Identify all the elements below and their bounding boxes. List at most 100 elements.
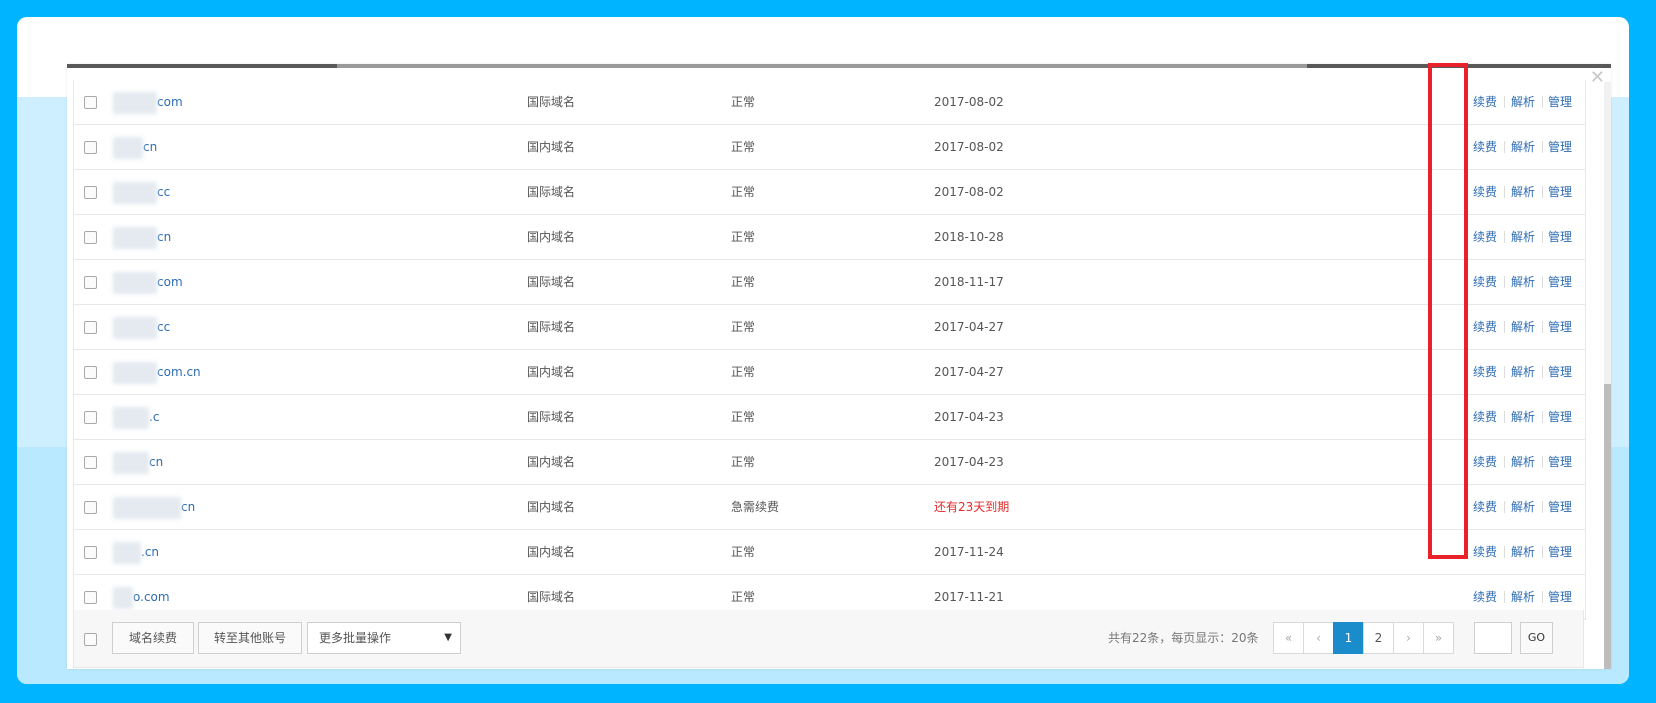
redacted-domain bbox=[113, 181, 157, 204]
pagination-button[interactable]: « bbox=[1273, 622, 1304, 654]
domain-name[interactable]: cn bbox=[113, 215, 171, 259]
divider bbox=[1542, 366, 1543, 378]
table-row: cc 国际域名 正常 2017-08-02 续费 解析 管理 bbox=[74, 170, 1585, 215]
row-checkbox[interactable] bbox=[84, 546, 97, 559]
scrollbar-thumb[interactable] bbox=[1604, 384, 1611, 669]
domain-suffix: cn bbox=[149, 455, 164, 469]
domain-name[interactable]: com bbox=[113, 80, 183, 124]
divider bbox=[1542, 456, 1543, 468]
domain-type: 国际域名 bbox=[527, 275, 576, 289]
batch-operations-select[interactable]: 更多批量操作 ▼ bbox=[307, 622, 461, 654]
domain-name[interactable]: cc bbox=[113, 170, 170, 214]
domain-name[interactable]: cn bbox=[113, 440, 163, 484]
domain-name[interactable]: .cn bbox=[113, 530, 159, 574]
domain-name[interactable]: .c bbox=[113, 395, 159, 439]
select-all-checkbox[interactable] bbox=[84, 633, 97, 646]
batch-operations-label: 更多批量操作 bbox=[319, 631, 392, 645]
row-checkbox[interactable] bbox=[84, 231, 97, 244]
pagination-button[interactable]: 2 bbox=[1363, 622, 1394, 654]
renew-link[interactable]: 续费 bbox=[1473, 350, 1497, 394]
resolve-link[interactable]: 解析 bbox=[1511, 260, 1535, 304]
domain-name[interactable]: com bbox=[113, 260, 183, 304]
domain-status: 正常 bbox=[731, 410, 756, 424]
renew-link[interactable]: 续费 bbox=[1473, 125, 1497, 169]
divider bbox=[1542, 411, 1543, 423]
manage-link[interactable]: 管理 bbox=[1548, 305, 1572, 349]
domain-type: 国际域名 bbox=[527, 95, 576, 109]
domain-status: 正常 bbox=[731, 230, 756, 244]
renew-link[interactable]: 续费 bbox=[1473, 530, 1497, 574]
resolve-link[interactable]: 解析 bbox=[1511, 125, 1535, 169]
domain-name[interactable]: com.cn bbox=[113, 350, 201, 394]
expiry-date: 2017-08-02 bbox=[934, 185, 1004, 199]
renew-link[interactable]: 续费 bbox=[1473, 440, 1497, 484]
manage-link[interactable]: 管理 bbox=[1548, 125, 1572, 169]
domain-name[interactable]: cn bbox=[113, 125, 157, 169]
divider bbox=[1542, 546, 1543, 558]
renew-link[interactable]: 续费 bbox=[1473, 485, 1497, 529]
pagination-button[interactable]: 1 bbox=[1333, 622, 1364, 654]
renew-link[interactable]: 续费 bbox=[1473, 215, 1497, 259]
resolve-link[interactable]: 解析 bbox=[1511, 305, 1535, 349]
close-icon[interactable]: ✕ bbox=[1590, 69, 1605, 87]
resolve-link[interactable]: 解析 bbox=[1511, 395, 1535, 439]
row-checkbox[interactable] bbox=[84, 501, 97, 514]
domain-status: 正常 bbox=[731, 545, 756, 559]
row-checkbox[interactable] bbox=[84, 366, 97, 379]
pagination-button[interactable]: ‹ bbox=[1303, 622, 1334, 654]
vertical-scrollbar[interactable] bbox=[1604, 82, 1611, 669]
renew-link[interactable]: 续费 bbox=[1473, 260, 1497, 304]
divider bbox=[1504, 96, 1505, 108]
page-jump-input[interactable] bbox=[1474, 622, 1512, 654]
divider bbox=[1542, 231, 1543, 243]
transfer-account-button[interactable]: 转至其他账号 bbox=[198, 622, 302, 654]
renew-link[interactable]: 续费 bbox=[1473, 395, 1497, 439]
domain-name[interactable]: cn bbox=[113, 485, 195, 529]
resolve-link[interactable]: 解析 bbox=[1511, 215, 1535, 259]
domain-type: 国内域名 bbox=[527, 500, 576, 514]
go-button[interactable]: GO bbox=[1520, 622, 1553, 654]
row-checkbox[interactable] bbox=[84, 186, 97, 199]
domain-suffix: o.com bbox=[133, 590, 170, 604]
domain-name[interactable]: cc bbox=[113, 305, 170, 349]
renew-link[interactable]: 续费 bbox=[1473, 80, 1497, 124]
domain-status: 正常 bbox=[731, 140, 756, 154]
row-checkbox[interactable] bbox=[84, 141, 97, 154]
manage-link[interactable]: 管理 bbox=[1548, 440, 1572, 484]
resolve-link[interactable]: 解析 bbox=[1511, 170, 1535, 214]
renew-link[interactable]: 续费 bbox=[1473, 305, 1497, 349]
divider bbox=[1504, 546, 1505, 558]
manage-link[interactable]: 管理 bbox=[1548, 215, 1572, 259]
row-checkbox[interactable] bbox=[84, 321, 97, 334]
manage-link[interactable]: 管理 bbox=[1548, 350, 1572, 394]
resolve-link[interactable]: 解析 bbox=[1511, 440, 1535, 484]
redacted-domain bbox=[113, 406, 149, 429]
row-checkbox[interactable] bbox=[84, 411, 97, 424]
redacted-domain bbox=[113, 316, 157, 339]
row-checkbox[interactable] bbox=[84, 276, 97, 289]
domain-suffix: com bbox=[157, 275, 183, 289]
pagination-button[interactable]: › bbox=[1393, 622, 1424, 654]
manage-link[interactable]: 管理 bbox=[1548, 80, 1572, 124]
divider bbox=[1542, 186, 1543, 198]
resolve-link[interactable]: 解析 bbox=[1511, 485, 1535, 529]
manage-link[interactable]: 管理 bbox=[1548, 485, 1572, 529]
manage-link[interactable]: 管理 bbox=[1548, 260, 1572, 304]
row-checkbox[interactable] bbox=[84, 456, 97, 469]
renew-link[interactable]: 续费 bbox=[1473, 170, 1497, 214]
row-checkbox[interactable] bbox=[84, 591, 97, 604]
manage-link[interactable]: 管理 bbox=[1548, 395, 1572, 439]
resolve-link[interactable]: 解析 bbox=[1511, 80, 1535, 124]
divider bbox=[1504, 276, 1505, 288]
redacted-domain bbox=[113, 91, 157, 114]
divider bbox=[1504, 366, 1505, 378]
domain-suffix: com bbox=[157, 95, 183, 109]
manage-link[interactable]: 管理 bbox=[1548, 530, 1572, 574]
row-checkbox[interactable] bbox=[84, 96, 97, 109]
batch-renew-button[interactable]: 域名续费 bbox=[112, 622, 194, 654]
manage-link[interactable]: 管理 bbox=[1548, 170, 1572, 214]
resolve-link[interactable]: 解析 bbox=[1511, 530, 1535, 574]
expiry-date: 2017-08-02 bbox=[934, 95, 1004, 109]
resolve-link[interactable]: 解析 bbox=[1511, 350, 1535, 394]
pagination-button[interactable]: » bbox=[1423, 622, 1454, 654]
